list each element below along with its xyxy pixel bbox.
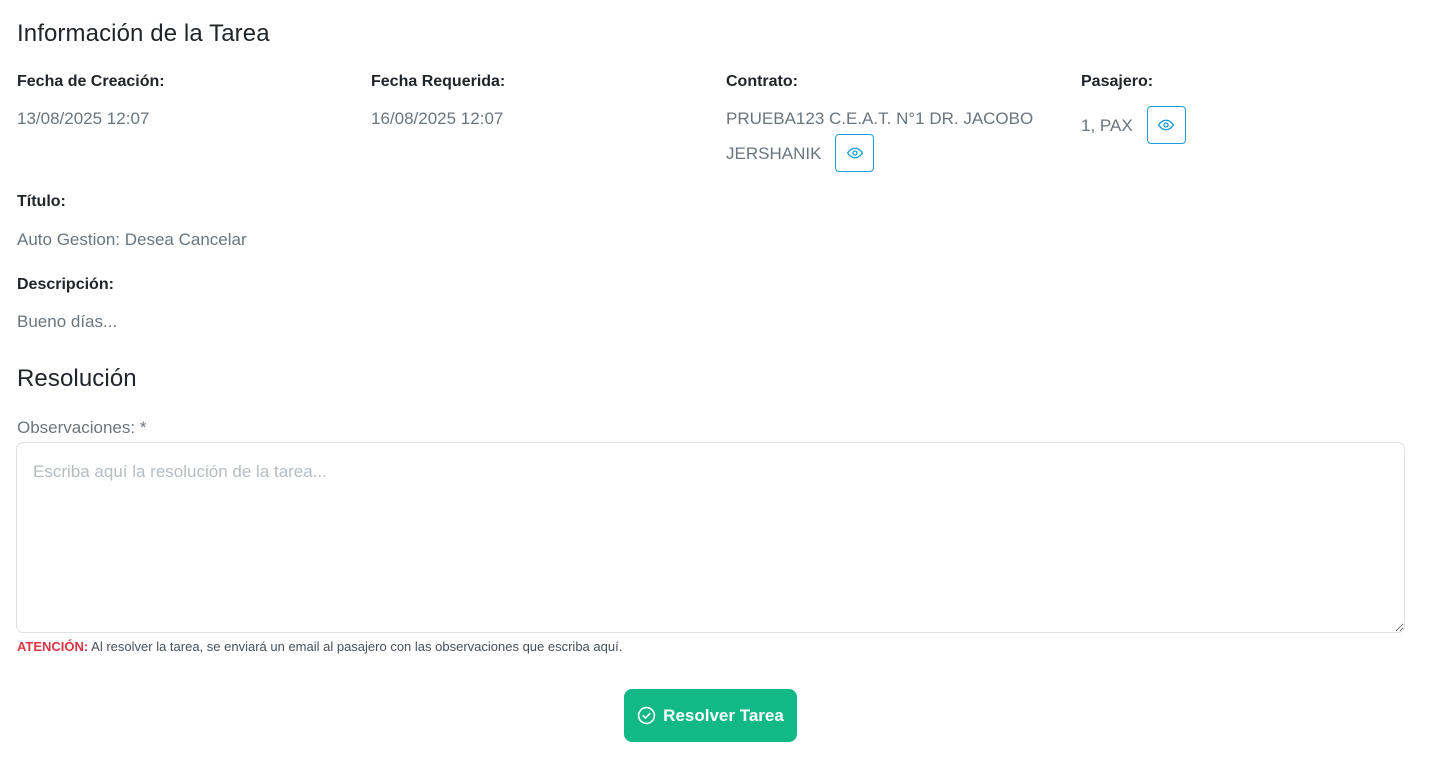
- view-contrato-button[interactable]: [835, 134, 875, 172]
- contrato-label: Contrato:: [726, 73, 798, 90]
- observaciones-textarea[interactable]: [16, 442, 1405, 633]
- pasajero-value: 1, PAX: [1081, 115, 1133, 135]
- contrato-value-line2: JERSHANIK: [726, 143, 822, 163]
- fecha-requerida-value: 16/08/2025 12:07: [371, 109, 504, 128]
- pasajero-value-row: 1, PAX: [1081, 106, 1186, 144]
- observaciones-label: Observaciones: *: [17, 418, 147, 437]
- warning-text: Al resolver la tarea, se enviará un emai…: [91, 639, 623, 654]
- resolve-task-button[interactable]: Resolver Tarea: [624, 689, 797, 742]
- fecha-creacion-value: 13/08/2025 12:07: [17, 109, 150, 128]
- descripcion-label: Descripción:: [17, 276, 114, 293]
- eye-icon: [846, 147, 863, 159]
- resolve-task-label: Resolver Tarea: [663, 705, 784, 725]
- check-circle-icon: [637, 706, 656, 725]
- eye-icon: [1158, 119, 1175, 131]
- fecha-creacion-label: Fecha de Creación:: [17, 73, 165, 90]
- contrato-value: PRUEBA123 C.E.A.T. N°1 DR. JACOBO JERSHA…: [726, 103, 1056, 172]
- fecha-requerida-label: Fecha Requerida:: [371, 73, 506, 90]
- contrato-value-line1: PRUEBA123 C.E.A.T. N°1 DR. JACOBO: [726, 109, 1034, 128]
- task-info-title: Información de la Tarea: [17, 20, 270, 47]
- pasajero-label: Pasajero:: [1081, 73, 1154, 90]
- titulo-label: Título:: [17, 193, 66, 210]
- task-info-page: Información de la Tarea Fecha de Creació…: [0, 0, 1431, 766]
- titulo-value: Auto Gestion: Desea Cancelar: [17, 230, 247, 249]
- descripcion-value: Bueno días...: [17, 312, 118, 331]
- resolution-warning: ATENCIÓN: Al resolver la tarea, se envia…: [17, 639, 622, 654]
- warning-strong: ATENCIÓN:: [17, 639, 89, 654]
- view-pasajero-button[interactable]: [1146, 106, 1186, 144]
- resolucion-title: Resolución: [17, 365, 137, 392]
